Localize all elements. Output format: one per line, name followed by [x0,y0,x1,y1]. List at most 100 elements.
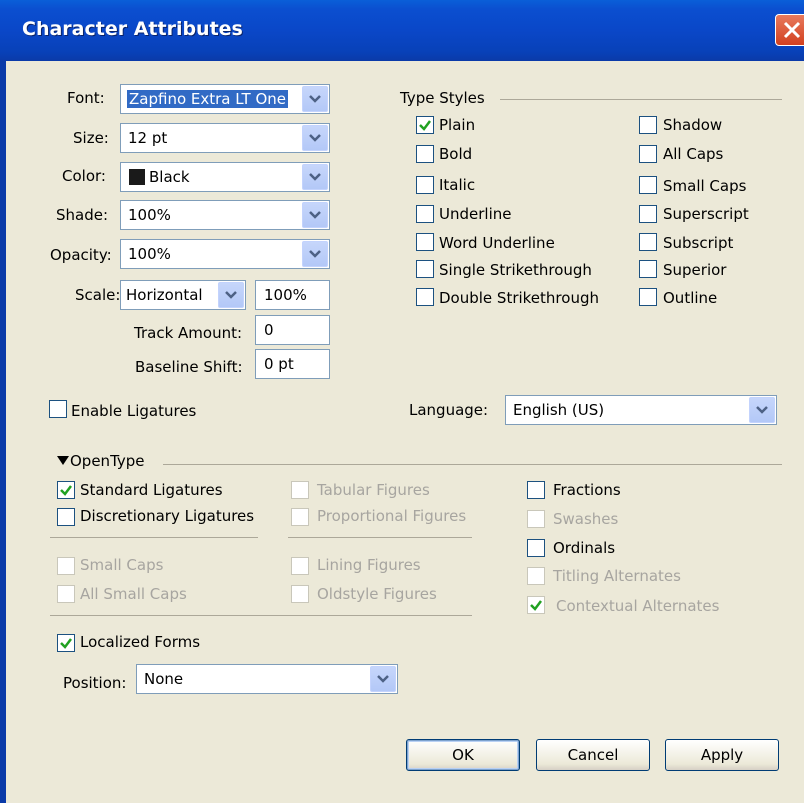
checkmark-icon [60,638,72,649]
shadow-checkbox[interactable] [639,116,657,134]
scale-dropdown-button[interactable] [218,282,244,308]
font-select[interactable]: Zapfino Extra LT One [120,84,330,114]
italic-label: Italic [439,176,476,194]
color-swatch [129,169,145,185]
subscript-label: Subscript [663,234,734,252]
underline-label: Underline [439,205,512,223]
chevron-down-icon [309,134,321,142]
word-underline-label: Word Underline [439,234,555,252]
opacity-value: 100% [128,245,171,263]
window-frame-left [0,61,6,803]
superscript-label: Superscript [663,205,749,223]
ok-button[interactable]: OK [406,739,520,771]
opentype-divider [163,464,782,465]
size-label: Size: [73,129,109,147]
baseline-shift-label: Baseline Shift: [135,358,243,376]
color-dropdown-button[interactable] [302,164,328,190]
contextual-alternates-checkbox[interactable] [527,596,545,614]
language-dropdown-button[interactable] [749,397,775,423]
swashes-checkbox[interactable] [527,510,545,528]
word-underline-checkbox[interactable] [416,233,434,251]
opacity-select[interactable]: 100% [120,239,330,269]
all-caps-checkbox[interactable] [639,145,657,163]
titling-alternates-label: Titling Alternates [553,567,681,585]
contextual-alternates-label: Contextual Alternates [556,597,720,615]
ordinals-label: Ordinals [553,539,616,557]
swashes-label: Swashes [553,510,619,528]
small-caps-ot-label: Small Caps [80,556,164,574]
italic-checkbox[interactable] [416,176,434,194]
superior-checkbox[interactable] [639,260,657,278]
single-strikethrough-label: Single Strikethrough [439,261,592,279]
position-select[interactable]: None [136,664,398,694]
opacity-label: Opacity: [50,246,112,264]
plain-label: Plain [439,116,476,134]
checkmark-icon [530,600,542,611]
cancel-button[interactable]: Cancel [536,739,650,771]
position-dropdown-button[interactable] [370,666,396,692]
discretionary-ligatures-checkbox[interactable] [57,508,75,526]
superior-label: Superior [663,261,727,279]
bold-checkbox[interactable] [416,145,434,163]
plain-checkbox[interactable] [416,116,434,134]
chevron-down-icon [377,675,389,683]
small-caps-label: Small Caps [663,177,747,195]
shade-dropdown-button[interactable] [302,202,328,228]
scale-value: Horizontal [126,286,203,304]
chevron-down-icon [309,250,321,258]
lining-figures-label: Lining Figures [317,556,421,574]
tabular-figures-label: Tabular Figures [317,481,430,499]
col2-divider-top [288,537,472,538]
underline-checkbox[interactable] [416,205,434,223]
font-dropdown-button[interactable] [302,86,328,112]
apply-button[interactable]: Apply [665,739,779,771]
baseline-shift-input[interactable]: 0 pt [255,349,330,379]
opentype-heading: OpenType [70,452,145,470]
outline-checkbox[interactable] [639,288,657,306]
scale-select[interactable]: Horizontal [120,280,246,310]
scale-amount-input[interactable]: 100% [255,280,330,310]
small-caps-checkbox[interactable] [639,176,657,194]
lining-figures-checkbox[interactable] [291,557,309,575]
subscript-checkbox[interactable] [639,233,657,251]
close-button[interactable] [775,14,804,46]
col1-divider [50,537,258,538]
enable-ligatures-label: Enable Ligatures [71,402,197,420]
bold-label: Bold [439,145,473,163]
color-label: Color: [62,167,106,185]
position-value: None [144,670,184,688]
superscript-checkbox[interactable] [639,205,657,223]
proportional-figures-checkbox[interactable] [291,508,309,526]
language-select[interactable]: English (US) [505,395,777,425]
single-strikethrough-checkbox[interactable] [416,260,434,278]
fractions-checkbox[interactable] [527,481,545,499]
shade-select[interactable]: 100% [120,200,330,230]
scale-label: Scale: [75,286,121,304]
type-styles-heading: Type Styles [400,89,485,107]
enable-ligatures-checkbox[interactable] [49,400,67,418]
track-amount-input[interactable]: 0 [255,315,330,345]
discretionary-ligatures-label: Discretionary Ligatures [80,507,255,525]
double-strikethrough-checkbox[interactable] [416,288,434,306]
all-caps-label: All Caps [663,145,724,163]
tabular-figures-checkbox[interactable] [291,481,309,499]
chevron-down-icon [309,95,321,103]
font-value: Zapfino Extra LT One [127,90,289,108]
proportional-figures-label: Proportional Figures [317,507,467,525]
standard-ligatures-checkbox[interactable] [57,481,75,499]
titling-alternates-checkbox[interactable] [527,567,545,585]
ordinals-checkbox[interactable] [527,539,545,557]
title-bar: Character Attributes [0,0,804,61]
double-strikethrough-label: Double Strikethrough [439,289,599,307]
color-select[interactable]: Black [120,162,330,192]
shadow-label: Shadow [663,116,723,134]
small-caps-ot-checkbox[interactable] [57,557,75,575]
all-small-caps-checkbox[interactable] [57,585,75,603]
size-select[interactable]: 12 pt [120,123,330,153]
standard-ligatures-label: Standard Ligatures [80,481,223,499]
oldstyle-figures-checkbox[interactable] [291,585,309,603]
oldstyle-figures-label: Oldstyle Figures [317,585,437,603]
size-dropdown-button[interactable] [302,125,328,151]
localized-forms-checkbox[interactable] [57,634,75,652]
opacity-dropdown-button[interactable] [302,241,328,267]
